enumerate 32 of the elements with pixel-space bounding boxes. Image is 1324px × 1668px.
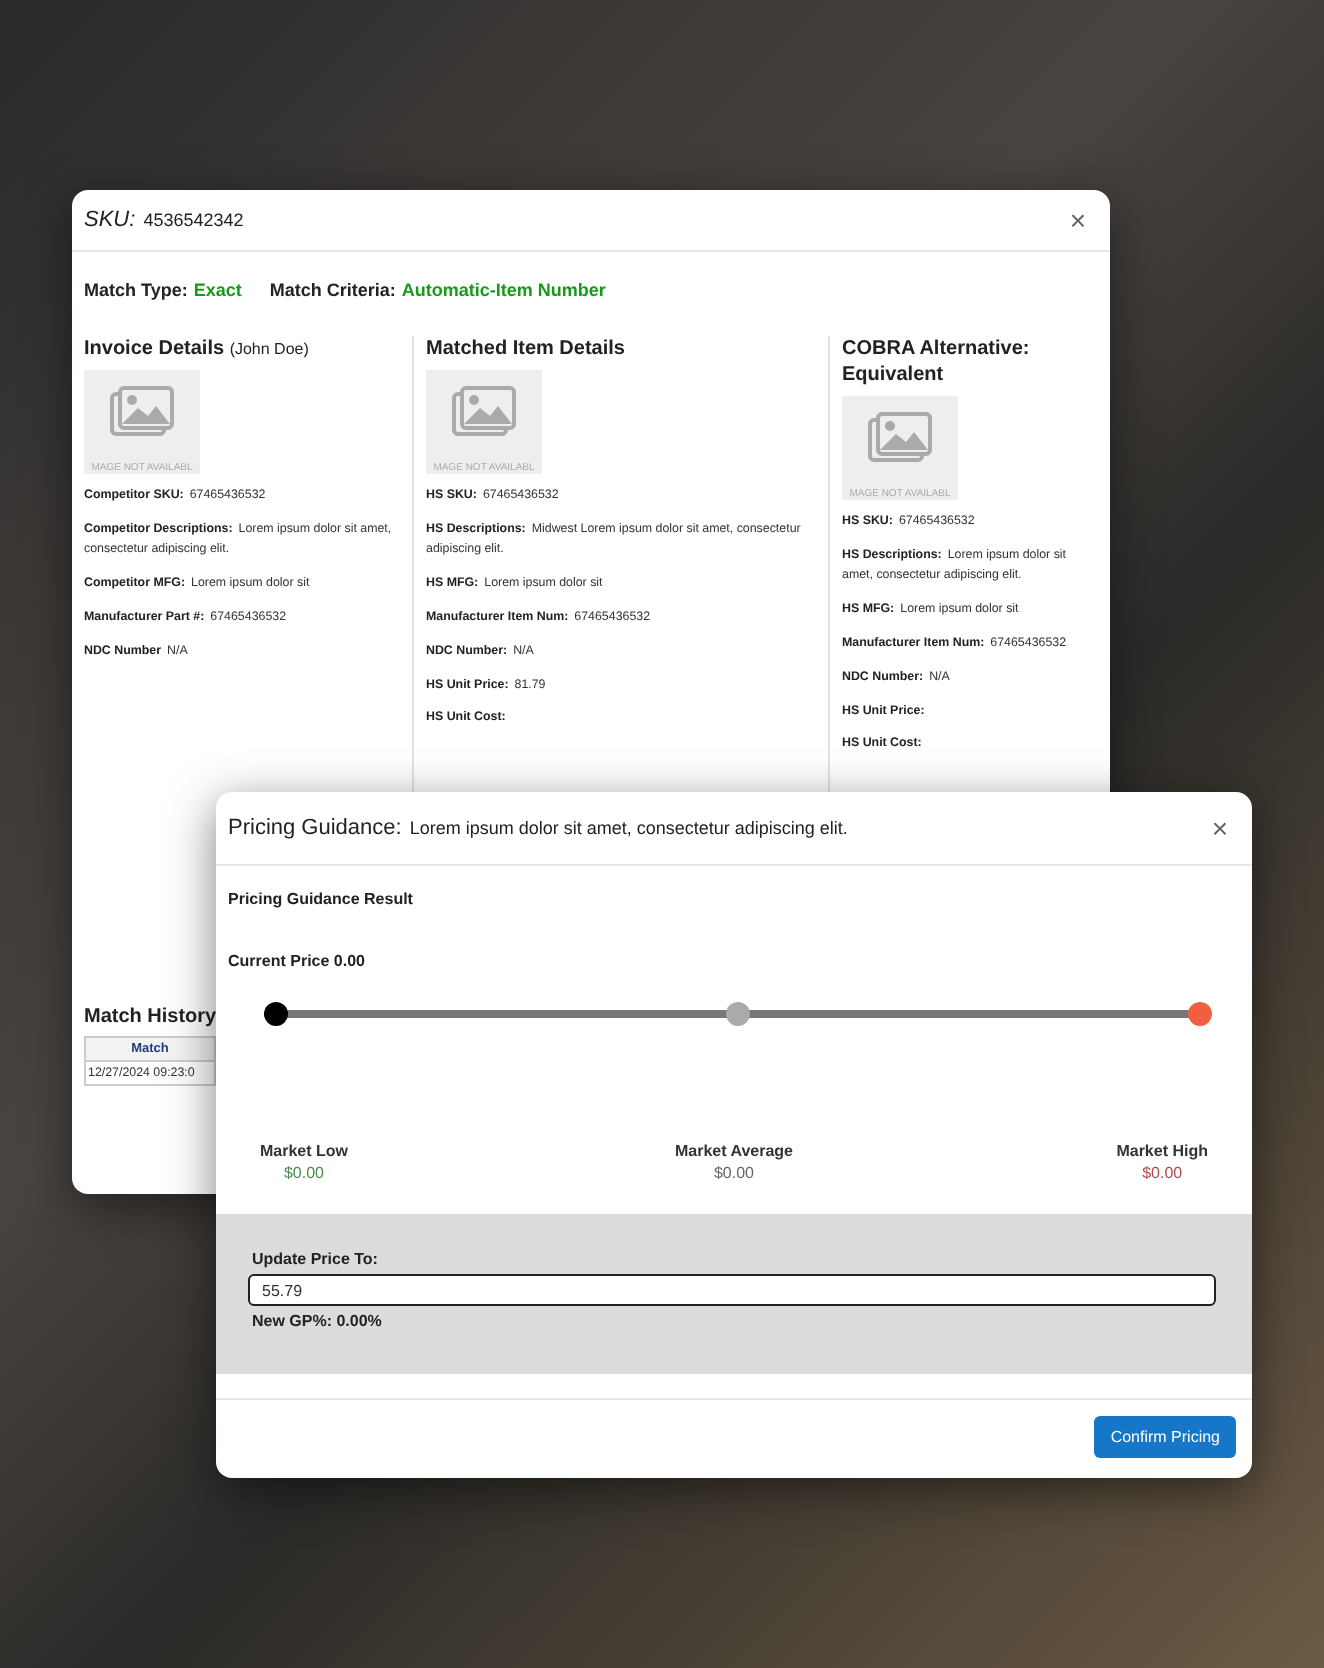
image-placeholder-icon — [868, 412, 932, 468]
new-gp-text: New GP%: 0.00% — [252, 1312, 384, 1330]
market-value: $0.00 — [283, 1164, 325, 1182]
dialog-title: Pricing Guidance: — [228, 816, 402, 840]
match-criteria-value: Automatic-Item Number — [401, 280, 606, 300]
market-label: Market High — [1116, 1142, 1208, 1160]
column-title: Invoice Details (John Doe) — [84, 336, 311, 362]
market-label: Market Low — [260, 1142, 349, 1160]
price-input[interactable]: 55.79 — [248, 1274, 1216, 1306]
match-type-label: Match Type: — [84, 280, 188, 300]
slider-thumb[interactable] — [264, 1002, 288, 1026]
match-type-value: Exact — [193, 280, 242, 300]
column-title: Matched Item Details — [426, 336, 627, 362]
market-label: Market Average — [675, 1142, 793, 1160]
result-title: Pricing Guidance Result — [228, 890, 415, 908]
dialog-description: Lorem ipsum dolor sit amet, consectetur adipiscing elit. — [409, 818, 848, 838]
image-placeholder-icon — [452, 386, 516, 442]
market-value: $0.00 — [713, 1164, 755, 1182]
update-price-label: Update Price To: — [252, 1250, 380, 1268]
market-value: $0.00 — [1142, 1164, 1183, 1182]
sku-value: 4536542342 — [143, 210, 244, 230]
match-criteria-label: Match Criteria: — [269, 280, 396, 300]
column-title: COBRA Alternative: Equivalent — [842, 336, 1032, 388]
match-history-title: Match History — [84, 1006, 217, 1028]
confirm-pricing-button[interactable]: Confirm Pricing — [1094, 1416, 1236, 1458]
close-button[interactable]: × — [1065, 204, 1090, 236]
average-marker — [726, 1002, 750, 1026]
close-button[interactable]: × — [1207, 812, 1232, 844]
current-price: Current Price 0.00 — [228, 952, 367, 970]
dialog-title-label: SKU: — [84, 208, 136, 232]
high-marker — [1188, 1002, 1212, 1026]
image-placeholder-icon — [110, 386, 174, 442]
